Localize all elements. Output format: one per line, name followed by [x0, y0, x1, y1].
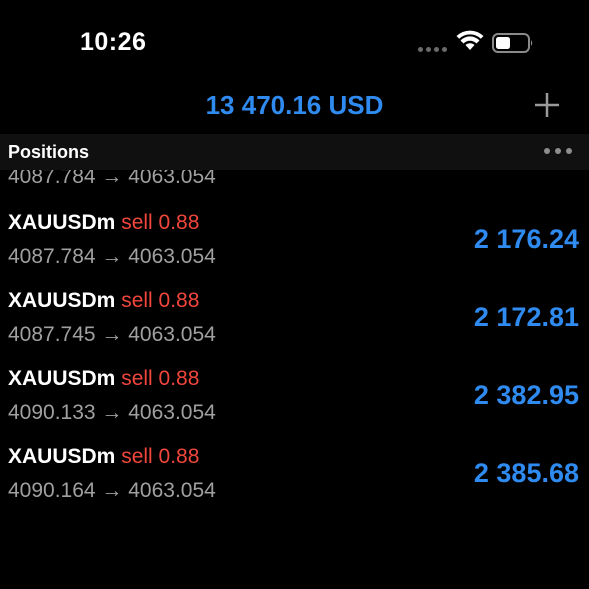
positions-list[interactable]: Positions 4087.784 → 4063.054 2 176.24 X…: [0, 134, 589, 554]
position-symbol: XAUUSDm: [8, 289, 116, 312]
position-side-volume: sell 0.88: [121, 445, 200, 468]
position-symbol: XAUUSDm: [8, 211, 116, 234]
positions-title: Positions: [8, 142, 90, 162]
position-profit: 2 382.95: [473, 380, 579, 410]
position-title: XAUUSDm sell 0.88: [8, 366, 199, 392]
position-title: XAUUSDm sell 0.88: [8, 210, 199, 236]
status-time: 10:26: [80, 28, 147, 56]
position-prices: 4090.164 → 4063.054: [8, 479, 216, 502]
battery-icon: [492, 33, 533, 53]
position-profit: 2 172.81: [473, 302, 579, 332]
position-row[interactable]: XAUUSDm sell 0.88 4087.745 → 4063.054 2 …: [0, 288, 589, 366]
wifi-icon: [456, 30, 484, 50]
position-prices: 4087.745 → 4063.054: [8, 323, 216, 346]
position-side-volume: sell 0.88: [121, 289, 200, 312]
position-symbol: XAUUSDm: [8, 445, 116, 468]
position-row[interactable]: XAUUSDm sell 0.88 4090.164 → 4063.054 2 …: [0, 444, 589, 522]
status-bar: 10:26: [0, 0, 589, 90]
positions-section-header: Positions: [0, 134, 589, 170]
position-row[interactable]: XAUUSDm sell 0.88 4087.784 → 4063.054 2 …: [0, 210, 589, 288]
position-row[interactable]: XAUUSDm sell 0.88 4090.133 → 4063.054 2 …: [0, 366, 589, 444]
position-side-volume: sell 0.88: [121, 211, 200, 234]
account-header: 13 470.16 USD: [0, 88, 589, 134]
position-symbol: XAUUSDm: [8, 367, 116, 390]
ellipsis-icon[interactable]: [542, 148, 574, 156]
position-side-volume: sell 0.88: [121, 367, 200, 390]
cellular-signal-icon: [418, 47, 448, 53]
position-title: XAUUSDm sell 0.88: [8, 288, 199, 314]
position-profit: 2 385.68: [473, 458, 579, 488]
account-balance: 13 470.16 USD: [205, 90, 384, 120]
plus-icon[interactable]: [532, 90, 562, 120]
position-title: XAUUSDm sell 0.88: [8, 444, 199, 470]
position-profit: 2 176.24: [473, 224, 579, 254]
position-prices: 4090.133 → 4063.054: [8, 401, 216, 424]
position-prices: 4087.784 → 4063.054: [8, 245, 216, 268]
